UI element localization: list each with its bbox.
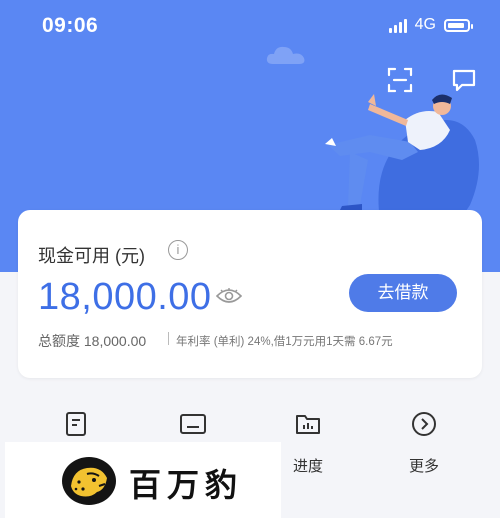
leopard-logo-icon bbox=[62, 457, 116, 505]
interest-rate-note: 年利率 (单利) 24%,借1万元用1天需 6.67元 bbox=[176, 336, 393, 348]
total-quota: 总额度 18,000.00 bbox=[38, 333, 147, 349]
divider bbox=[168, 332, 169, 345]
card-icon bbox=[180, 414, 206, 434]
status-indicators: 4G bbox=[388, 16, 473, 34]
relaxing-person-illustration bbox=[325, 94, 479, 220]
brand-banner: 百万豹 bbox=[5, 442, 281, 518]
status-bar: 09:06 4G bbox=[0, 0, 500, 52]
cash-available-label: 现金可用 (元) bbox=[38, 246, 145, 266]
nav-label-more: 更多 bbox=[408, 458, 439, 475]
nav-item-more[interactable]: 更多 bbox=[374, 398, 474, 476]
battery-icon bbox=[444, 18, 473, 32]
borrow-button[interactable]: 去借款 bbox=[349, 274, 457, 312]
document-icon bbox=[66, 412, 86, 436]
credit-card-panel: 现金可用 (元) i 18,000.00 去借款 总额度 18,000.00 年… bbox=[18, 210, 482, 378]
available-amount: 18,000.00 bbox=[38, 276, 212, 318]
eye-icon[interactable] bbox=[216, 288, 242, 304]
status-time: 09:06 bbox=[42, 14, 99, 37]
signal-icon bbox=[388, 17, 407, 33]
cloud-icon bbox=[266, 46, 305, 64]
folder-chart-icon bbox=[296, 415, 320, 434]
info-icon[interactable]: i bbox=[168, 240, 188, 260]
chevron-circle-icon bbox=[412, 412, 436, 436]
brand-name: 百万豹 bbox=[129, 466, 244, 504]
network-type: 4G bbox=[414, 16, 436, 33]
